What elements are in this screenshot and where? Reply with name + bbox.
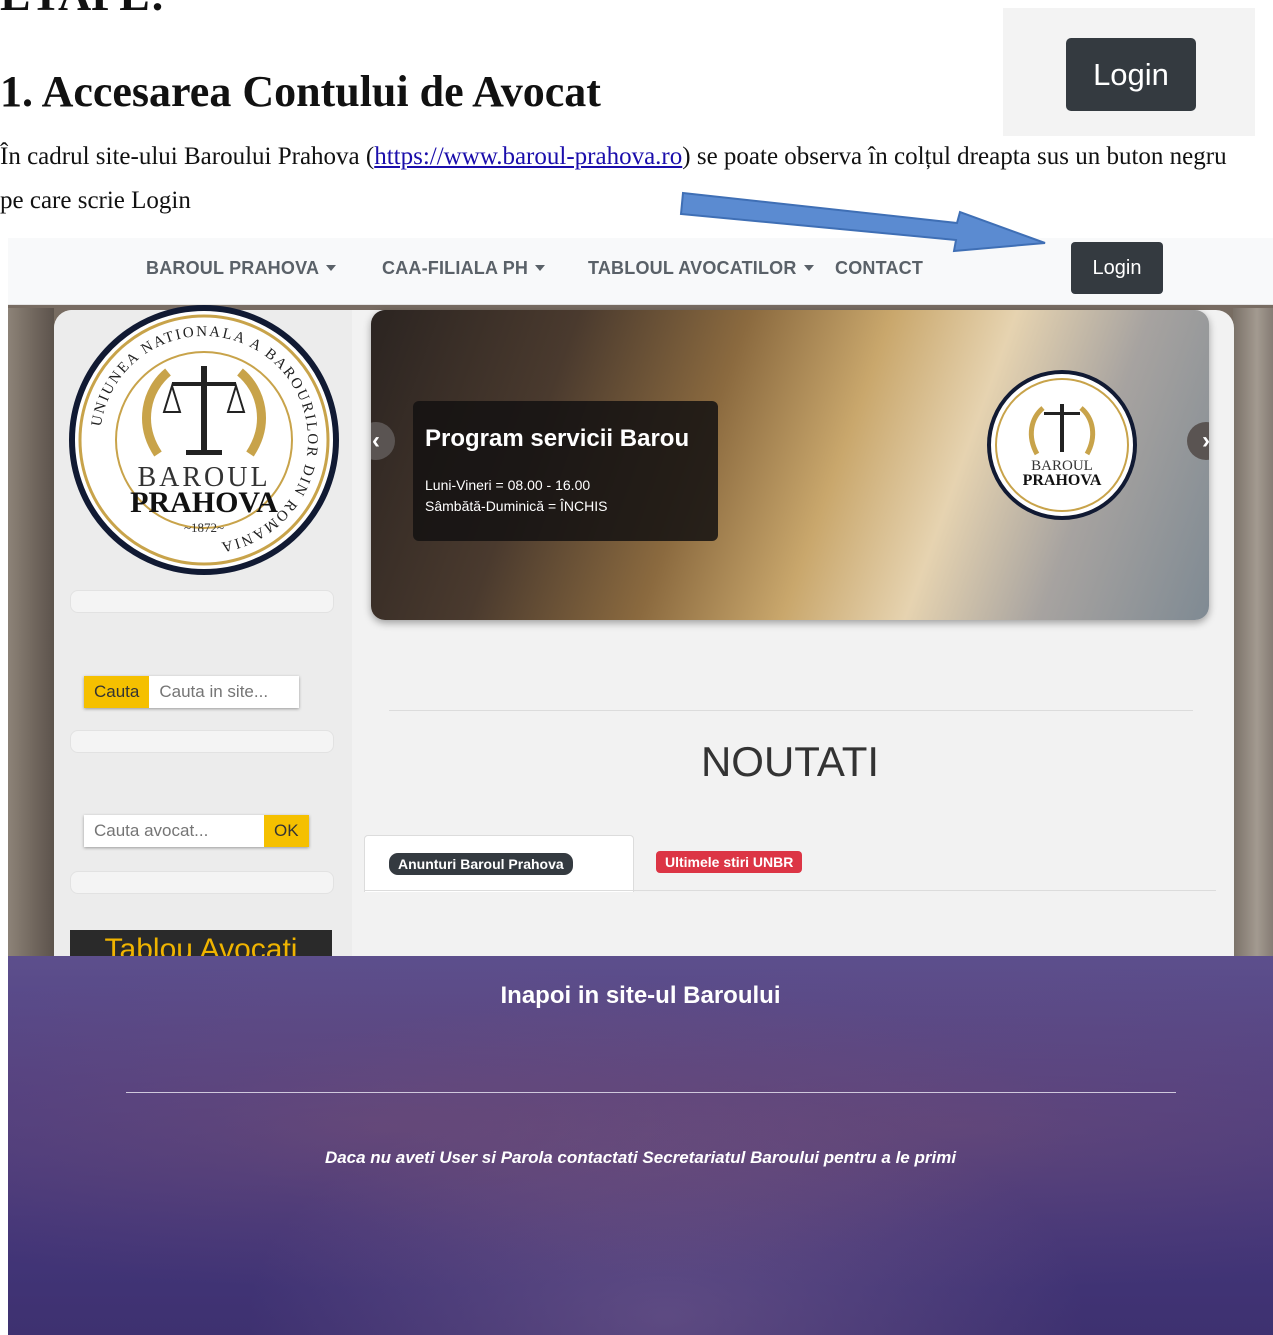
news-heading: NOUTATI <box>700 738 880 785</box>
tab-stiri-unbr[interactable]: Ultimele stiri UNBR <box>656 851 803 873</box>
page-title: 1. Accesarea Contului de Avocat <box>0 67 601 116</box>
sidebar-spacer <box>70 871 334 894</box>
slide-logo-seal: BAROUL PRAHOVA <box>987 370 1137 520</box>
caret-down-icon <box>535 265 546 271</box>
nav-contact[interactable]: CONTACT <box>835 258 923 279</box>
slide-hours-weekdays: Luni-Vineri = 08.00 - 16.00 <box>425 477 591 493</box>
lawyer-search-input[interactable] <box>84 815 264 847</box>
caret-down-icon <box>326 265 337 271</box>
search-button[interactable]: Cauta <box>84 676 150 708</box>
background-building-left <box>8 308 54 968</box>
site-search: Cauta <box>84 676 300 708</box>
background-building-right <box>1233 308 1273 968</box>
slide-caption: Program servicii Barou Luni-Vineri = 08.… <box>413 401 718 541</box>
back-to-site-link[interactable]: Inapoi in site-ul Baroului <box>8 982 1273 1010</box>
nav-label: BAROUL PRAHOVA <box>146 258 320 278</box>
tab-anunturi-badge: Anunturi Baroul Prahova <box>389 853 573 875</box>
nav-caa-filiala[interactable]: CAA-FILIALA PH <box>382 258 546 279</box>
nav-label: CONTACT <box>835 258 924 278</box>
login-button-preview: Login <box>1066 38 1196 111</box>
slider-next-arrow-icon[interactable]: › <box>1187 422 1209 460</box>
search-input[interactable] <box>149 676 300 708</box>
sidebar: UNIUNEA NATIONALA A BAROURILOR DIN ROMAN… <box>54 305 352 980</box>
slide-hours-weekend: Sâmbătă-Duminică = ÎNCHIS <box>425 498 608 514</box>
svg-text:PRAHOVA: PRAHOVA <box>130 486 278 519</box>
hero-slider: Program servicii Barou Luni-Vineri = 08.… <box>371 310 1209 620</box>
svg-text:PRAHOVA: PRAHOVA <box>1023 472 1102 489</box>
sidebar-spacer <box>70 590 334 613</box>
top-navbar: BAROUL PRAHOVA CAA-FILIALA PH TABLOUL AV… <box>8 238 1273 305</box>
footer-divider <box>126 1092 1176 1093</box>
nav-baroul-prahova[interactable]: BAROUL PRAHOVA <box>146 258 337 279</box>
svg-text:~1872~: ~1872~ <box>184 520 224 535</box>
baroul-prahova-logo: UNIUNEA NATIONALA A BAROURILOR DIN ROMAN… <box>69 305 339 575</box>
lawyer-search: OK <box>84 815 309 847</box>
tabs-underline <box>364 890 1216 891</box>
nav-label: CAA-FILIALA PH <box>382 258 529 278</box>
login-page-footer: Inapoi in site-ul Baroului Daca nu aveti… <box>8 956 1273 1335</box>
slider-prev-arrow-icon[interactable]: ‹ <box>371 422 395 460</box>
section-divider <box>389 710 1193 711</box>
website-screenshot: BAROUL PRAHOVA CAA-FILIALA PH TABLOUL AV… <box>8 238 1273 1335</box>
credentials-note: Daca nu aveti User si Parola contactati … <box>324 1148 957 1167</box>
login-button-snippet: Login <box>1003 8 1255 136</box>
sidebar-spacer <box>70 730 334 753</box>
footer-background-image <box>8 956 1273 1335</box>
nav-tabloul-avocatilor[interactable]: TABLOUL AVOCATILOR <box>588 258 814 279</box>
nav-label: TABLOUL AVOCATILOR <box>588 258 797 278</box>
instruction-paragraph: În cadrul site-ului Baroului Prahova (ht… <box>0 135 1240 223</box>
section-heading-cut: ETAPE: <box>0 0 165 18</box>
paragraph-text: În cadrul site-ului Baroului Prahova ( <box>0 143 375 170</box>
login-button[interactable]: Login <box>1071 242 1163 294</box>
content-panel: UNIUNEA NATIONALA A BAROURILOR DIN ROMAN… <box>54 305 1234 980</box>
site-link[interactable]: https://www.baroul-prahova.ro <box>374 143 682 170</box>
tab-anunturi[interactable]: Anunturi Baroul Prahova <box>364 835 634 892</box>
lawyer-search-ok-button[interactable]: OK <box>264 815 309 847</box>
caret-down-icon <box>803 265 814 271</box>
slide-title: Program servicii Barou <box>425 425 690 452</box>
